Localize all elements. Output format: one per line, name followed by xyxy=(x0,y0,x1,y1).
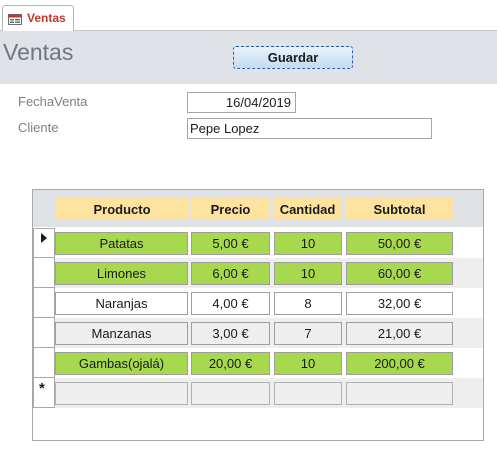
fecha-venta-label: FechaVenta xyxy=(18,94,88,109)
record-selector[interactable] xyxy=(33,228,55,258)
page-title: Ventas xyxy=(3,39,74,65)
record-selector[interactable] xyxy=(33,288,55,318)
record-selector[interactable] xyxy=(33,348,55,378)
record-selector[interactable] xyxy=(33,318,55,348)
cell-precio[interactable]: 4,00 € xyxy=(191,292,270,315)
cell-subtotal[interactable]: 21,00 € xyxy=(346,322,453,345)
cell-precio[interactable]: 5,00 € xyxy=(191,232,270,255)
cell-precio[interactable]: 3,00 € xyxy=(191,322,270,345)
new-cell-subtotal[interactable] xyxy=(346,382,453,405)
new-cell-precio[interactable] xyxy=(191,382,270,405)
cliente-label: Cliente xyxy=(18,120,59,135)
cell-cantidad[interactable]: 10 xyxy=(274,352,342,375)
cell-subtotal[interactable]: 200,00 € xyxy=(346,352,453,375)
tab-ventas[interactable]: Ventas xyxy=(2,5,74,32)
cell-subtotal[interactable]: 60,00 € xyxy=(346,262,453,285)
cell-producto[interactable]: Naranjas xyxy=(55,292,188,315)
column-header-subtotal: Subtotal xyxy=(346,198,453,220)
form-header: Ventas Guardar xyxy=(0,31,497,84)
document-tab-strip: Ventas xyxy=(0,0,497,32)
cliente-field[interactable]: Pepe Lopez xyxy=(187,118,432,139)
current-record-arrow-icon xyxy=(41,233,47,243)
cell-producto[interactable]: Patatas xyxy=(55,232,188,255)
cell-cantidad[interactable]: 10 xyxy=(274,232,342,255)
cell-cantidad[interactable]: 8 xyxy=(274,292,342,315)
cell-cantidad[interactable]: 7 xyxy=(274,322,342,345)
cell-cantidad[interactable]: 10 xyxy=(274,262,342,285)
column-header-producto: Producto xyxy=(55,198,189,220)
column-header-cantidad: Cantidad xyxy=(274,198,341,220)
cell-precio[interactable]: 20,00 € xyxy=(191,352,270,375)
column-header-band: Producto Precio Cantidad Subtotal xyxy=(33,190,483,227)
cell-precio[interactable]: 6,00 € xyxy=(191,262,270,285)
new-cell-producto[interactable] xyxy=(55,382,188,405)
record-selector[interactable] xyxy=(33,258,55,288)
cell-producto[interactable]: Gambas(ojalá) xyxy=(55,352,188,375)
fecha-venta-field[interactable]: 16/04/2019 xyxy=(187,92,296,113)
column-header-precio: Precio xyxy=(191,198,270,220)
save-button[interactable]: Guardar xyxy=(233,46,353,69)
cell-subtotal[interactable]: 32,00 € xyxy=(346,292,453,315)
form-icon xyxy=(8,14,22,25)
new-record-star-icon: * xyxy=(39,380,45,397)
new-cell-cantidad[interactable] xyxy=(274,382,342,405)
cell-producto[interactable]: Limones xyxy=(55,262,188,285)
tab-label: Ventas xyxy=(27,11,66,25)
cell-producto[interactable]: Manzanas xyxy=(55,322,188,345)
new-record-selector[interactable]: * xyxy=(33,378,55,408)
ventas-detail-subform: Producto Precio Cantidad Subtotal Patata… xyxy=(32,189,484,441)
cell-subtotal[interactable]: 50,00 € xyxy=(346,232,453,255)
